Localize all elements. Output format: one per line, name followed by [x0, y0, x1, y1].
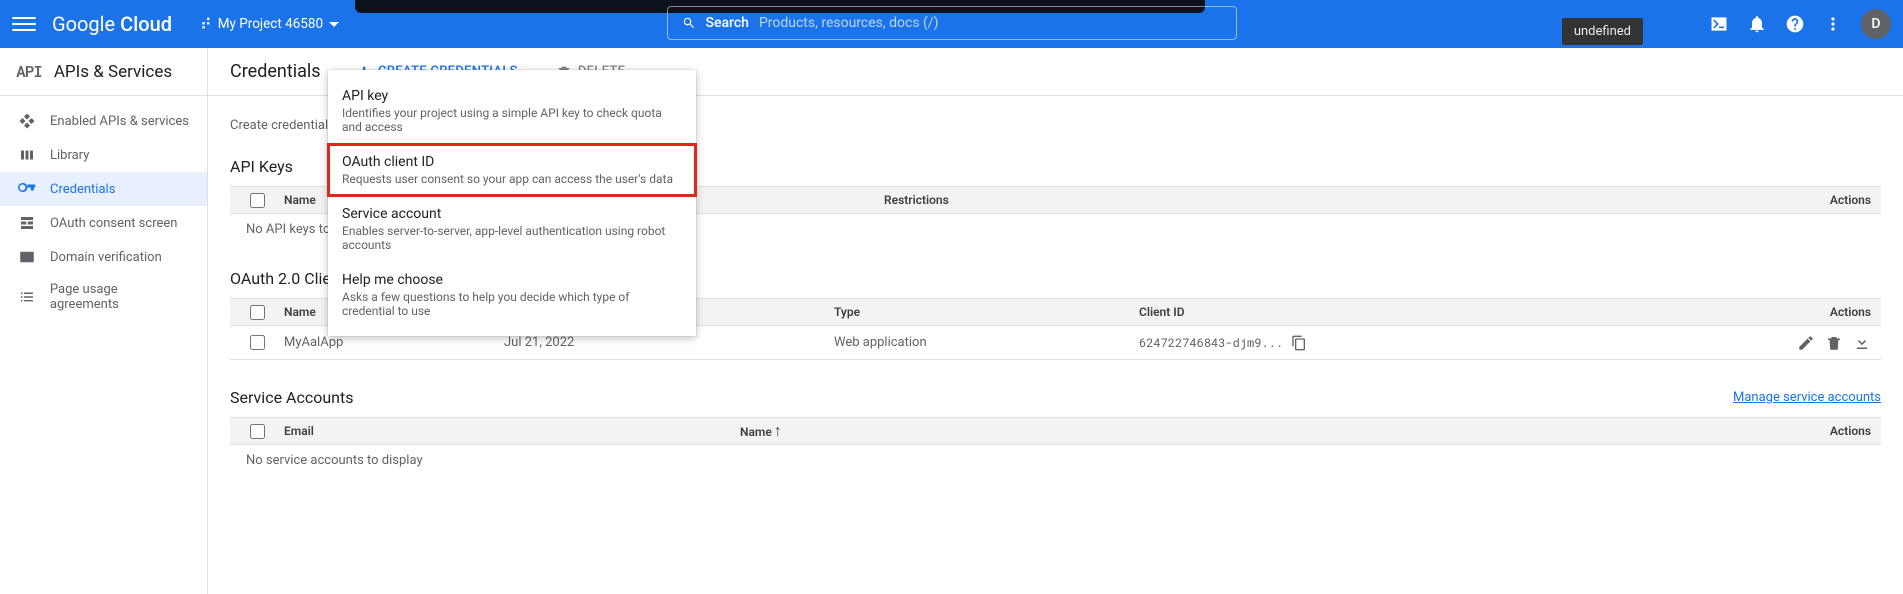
sidebar-item-credentials[interactable]: Credentials: [0, 172, 207, 206]
dropdown-title: Service account: [342, 206, 682, 222]
sidebar-items: Enabled APIs & services Library Credenti…: [0, 96, 207, 320]
section-sa-header: Service Accounts Manage service accounts: [230, 388, 1881, 407]
col-actions: Actions: [1830, 193, 1881, 207]
cell-clientid: 624722746843-djm9...: [1139, 335, 1797, 351]
project-icon: ⠞: [200, 15, 212, 34]
logo-part-b: Cloud: [120, 12, 172, 36]
sidebar-item-domain[interactable]: Domain verification: [0, 240, 207, 274]
dropdown-item-help[interactable]: Help me choose Asks a few questions to h…: [328, 262, 696, 328]
search-container: Search Products, resources, docs (/): [667, 6, 1237, 40]
library-icon: [18, 146, 36, 164]
avatar-letter: D: [1871, 16, 1880, 32]
diamond-icon: [18, 112, 36, 130]
more-vert-icon[interactable]: [1823, 14, 1843, 34]
logo[interactable]: Google Cloud: [52, 12, 172, 36]
sidebar-item-label: OAuth consent screen: [50, 216, 177, 231]
bell-icon[interactable]: [1747, 14, 1767, 34]
delete-icon[interactable]: [1825, 334, 1843, 352]
header-checkbox: [230, 193, 284, 208]
create-credentials-dropdown: API key Identifies your project using a …: [328, 70, 696, 336]
chevron-down-icon: [329, 22, 339, 27]
search-box[interactable]: Search Products, resources, docs (/): [667, 6, 1237, 40]
consent-icon: [18, 214, 36, 232]
row-checkbox-cell: [230, 335, 284, 350]
col-actions: Actions: [1830, 424, 1881, 438]
sidebar-item-label: Domain verification: [50, 250, 162, 265]
sidebar-item-label: Credentials: [50, 182, 115, 197]
sidebar-header: API APIs & Services: [0, 48, 207, 96]
download-icon[interactable]: [1853, 334, 1871, 352]
logo-part-a: Google: [52, 12, 115, 36]
dropdown-desc: Asks a few questions to help you decide …: [342, 290, 682, 318]
dropdown-desc: Enables server-to-server, app-level auth…: [342, 224, 682, 252]
sidebar-item-label: Page usage agreements: [50, 282, 189, 312]
col-actions: Actions: [1830, 305, 1881, 319]
sidebar-item-label: Enabled APIs & services: [50, 114, 189, 129]
sidebar-item-library[interactable]: Library: [0, 138, 207, 172]
layout: API APIs & Services Enabled APIs & servi…: [0, 48, 1903, 594]
sidebar-item-label: Library: [50, 148, 89, 163]
manage-service-accounts-link[interactable]: Manage service accounts: [1733, 390, 1881, 405]
search-label: Search: [706, 15, 749, 31]
col-restrictions[interactable]: Restrictions: [884, 193, 1384, 207]
check-icon: [18, 248, 36, 266]
undefined-tooltip: undefined: [1562, 18, 1643, 45]
project-selector[interactable]: ⠞ My Project 46580: [192, 11, 347, 38]
top-bar: Google Cloud ⠞ My Project 46580 Search P…: [0, 0, 1903, 48]
select-all-checkbox[interactable]: [250, 305, 265, 320]
sidebar: API APIs & Services Enabled APIs & servi…: [0, 48, 208, 594]
menu-icon[interactable]: [12, 12, 36, 36]
dropdown-title: OAuth client ID: [342, 154, 682, 170]
dropdown-item-service[interactable]: Service account Enables server-to-server…: [328, 196, 696, 262]
dropdown-title: API key: [342, 88, 682, 104]
sidebar-title: APIs & Services: [54, 62, 172, 82]
table-header: Email Name↑ Actions: [230, 417, 1881, 445]
dropdown-title: Help me choose: [342, 272, 682, 288]
col-type[interactable]: Type: [834, 305, 1139, 319]
project-name: My Project 46580: [218, 16, 323, 32]
section-sa-title: Service Accounts: [230, 388, 353, 407]
edit-icon[interactable]: [1797, 334, 1815, 352]
cell-date: Jul 21, 2022: [504, 335, 834, 350]
sidebar-item-enabled[interactable]: Enabled APIs & services: [0, 104, 207, 138]
select-all-checkbox[interactable]: [250, 424, 265, 439]
col-email[interactable]: Email: [284, 424, 740, 438]
row-actions: [1797, 334, 1881, 352]
header-checkbox: [230, 305, 284, 320]
page-title: Credentials: [230, 61, 321, 82]
cloud-shell-icon[interactable]: [1709, 14, 1729, 34]
row-checkbox[interactable]: [250, 335, 265, 350]
topbar-right: D: [1709, 9, 1891, 39]
arrow-up-icon: ↑: [774, 421, 782, 440]
cell-name[interactable]: MyAalApp: [284, 335, 504, 350]
dropdown-desc: Requests user consent so your app can ac…: [342, 172, 682, 186]
copy-icon[interactable]: [1291, 335, 1307, 351]
search-placeholder: Products, resources, docs (/): [759, 15, 939, 31]
sidebar-item-agreements[interactable]: Page usage agreements: [0, 274, 207, 320]
dropdown-item-oauth[interactable]: OAuth client ID Requests user consent so…: [328, 144, 696, 196]
sa-table: Email Name↑ Actions No service accounts …: [230, 417, 1881, 476]
col-clientid[interactable]: Client ID: [1139, 305, 1830, 319]
help-icon[interactable]: [1785, 14, 1805, 34]
col-name[interactable]: Name↑: [740, 421, 782, 441]
sidebar-item-consent[interactable]: OAuth consent screen: [0, 206, 207, 240]
main: Credentials + CREATE CREDENTIALS DELETE …: [208, 48, 1903, 594]
col-name-label: Name: [740, 425, 772, 439]
search-icon: [682, 16, 696, 30]
key-icon: [18, 180, 36, 198]
cell-type: Web application: [834, 335, 1139, 350]
dropdown-item-apikey[interactable]: API key Identifies your project using a …: [328, 78, 696, 144]
select-all-checkbox[interactable]: [250, 193, 265, 208]
dropdown-desc: Identifies your project using a simple A…: [342, 106, 682, 134]
avatar[interactable]: D: [1861, 9, 1891, 39]
api-logo: API: [16, 61, 42, 82]
list-icon: [18, 288, 36, 306]
header-checkbox: [230, 424, 284, 439]
empty-sa: No service accounts to display: [230, 445, 1881, 476]
clientid-text: 624722746843-djm9...: [1139, 335, 1283, 351]
